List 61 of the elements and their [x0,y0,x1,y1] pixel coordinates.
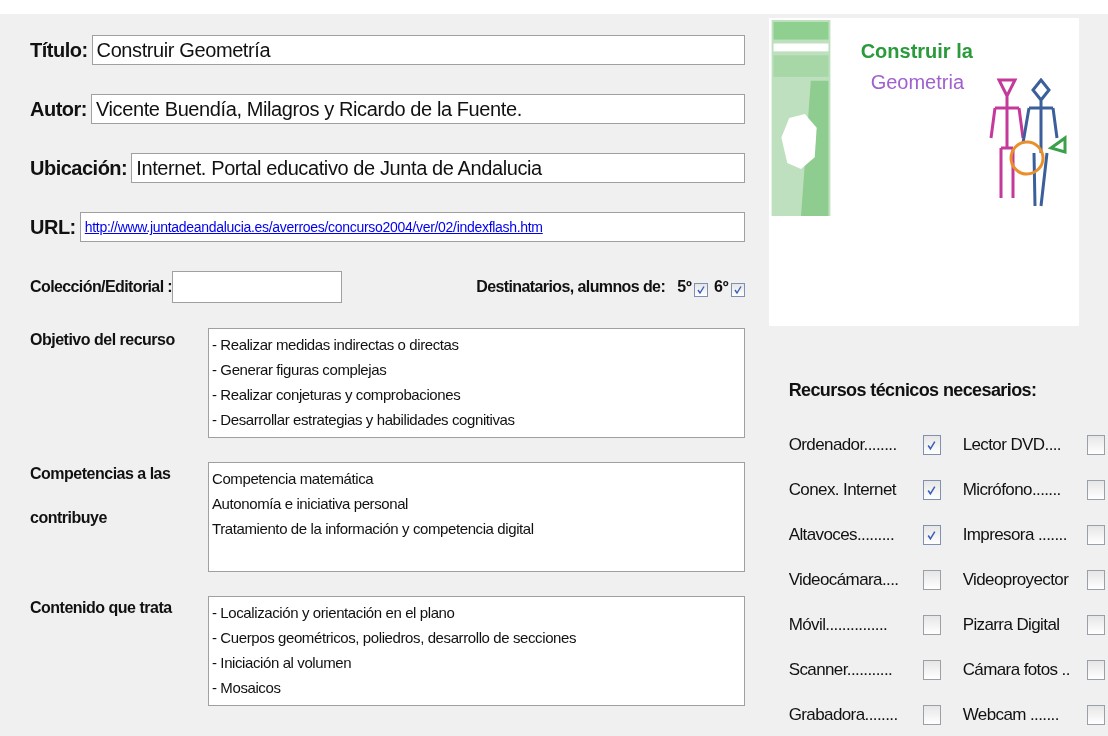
text-field[interactable] [172,271,343,303]
checkbox[interactable] [1086,705,1105,725]
text-field[interactable]: Internet. Portal educativo de Junta de Andalucia [131,153,745,183]
checkbox[interactable] [730,283,745,297]
checkbox[interactable] [1086,435,1105,455]
resource-label: Altavoces......... [788,525,896,545]
field-label: Competencias a las contribuye [30,464,172,528]
grade-label: 6º [713,278,729,296]
text-field[interactable]: Vicente Buendía, Milagros y Ricardo de la Fuente. [91,94,745,124]
checkbox[interactable] [922,660,941,680]
text-field[interactable]: http://www.juntadeandalucia.es/averroes/concurso2004/ver/02/indexflash.htm [79,212,745,242]
field-label: Colección/Editorial : [30,278,173,296]
section-title: Recursos técnicos necesarios: [788,380,1038,401]
field-label: Contenido que trata [30,598,174,618]
text-area[interactable]: - Realizar medidas indirectas o directas - Generar figuras complejas - Realizar conjeturas y comprobaciones - Desarrollar estrategias y habilidades cognitivas [208,328,745,438]
checkbox[interactable] [922,435,941,455]
resource-label: Scanner........... [788,660,894,680]
resource-label: Pizarra Digital [962,615,1061,635]
checkbox[interactable] [922,570,941,590]
resource-label: Impresora ....... [962,525,1068,545]
checkbox[interactable] [1086,525,1105,545]
checkbox[interactable] [922,615,941,635]
thumbnail-title: Construir la [860,40,973,63]
checkbox[interactable] [922,705,941,725]
resource-label: Micrófono....... [962,480,1062,500]
checkmark-icon [926,529,938,541]
text-field[interactable]: Construir Geometría [91,35,745,65]
checkmark-icon [926,484,938,496]
resource-label: Móvil............... [788,615,889,635]
field-label: Título: [30,38,88,62]
resource-label: Webcam ....... [962,705,1060,725]
resource-label: Videocámara.... [788,570,900,590]
field-label: Objetivo del recurso [30,330,176,350]
url-link[interactable]: http://www.juntadeandalucia.es/averroes/concurso2004/ver/02/indexflash.htm [84,219,543,235]
checkbox[interactable] [1086,660,1105,680]
thumbnail-title: Geometria [870,71,965,94]
field-label: URL: [30,215,76,239]
field-label: Autor: [30,97,87,121]
field-value: Construir Geometría [96,38,271,62]
resource-label: Videoproyector [962,570,1070,590]
resource-label: Lector DVD.... [962,435,1062,455]
checkmark-icon [695,285,706,295]
field-value: Internet. Portal educativo de Junta de Andalucia [136,156,542,180]
resource-label: Cámara fotos .. [962,660,1071,680]
resource-label: Conex. Internet [788,480,898,500]
resource-label: Grabadora........ [788,705,899,725]
checkbox[interactable] [922,525,941,545]
text-area[interactable]: Competencia matemática Autonomía e iniciativa personal Tratamiento de la información y competencia digital [208,462,745,572]
checkbox[interactable] [922,480,941,500]
grade-label: 5º [677,278,692,296]
resource-label: Ordenador........ [788,435,898,455]
recipients-label: Destinatarios, alumnos de: [476,278,666,296]
field-value: Vicente Buendía, Milagros y Ricardo de la Fuente. [96,97,522,121]
checkbox[interactable] [1086,615,1105,635]
checkbox[interactable] [1086,570,1105,590]
checkbox[interactable] [1086,480,1105,500]
text-area[interactable]: - Localización y orientación en el plano - Cuerpos geométricos, poliedros, desarrollo de secciones - Iniciación al volumen - Mosaicos [208,596,745,706]
checkmark-icon [732,285,743,295]
checkbox[interactable] [693,283,708,297]
field-label: Ubicación: [30,156,128,180]
checkmark-icon [926,439,938,451]
